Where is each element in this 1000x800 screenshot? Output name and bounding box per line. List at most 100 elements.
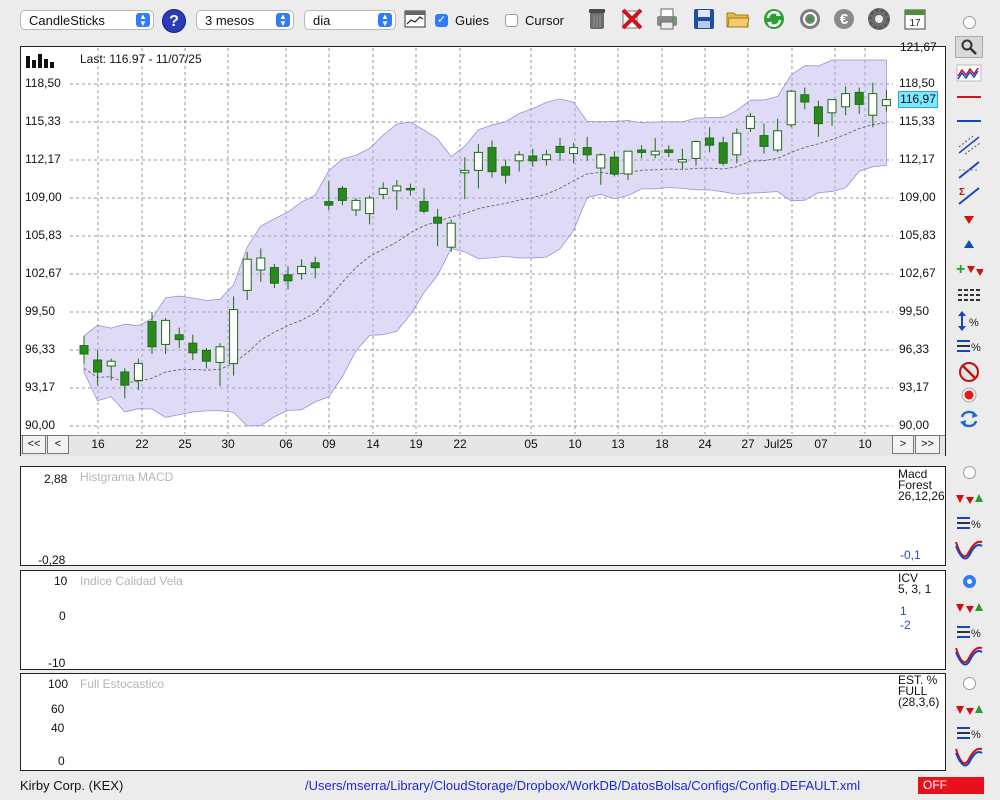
bollinger-band: [83, 59, 887, 427]
candle-body: [841, 93, 851, 108]
y-tick-label-left: 102,67: [25, 265, 62, 280]
candle-body: [120, 371, 130, 386]
candle-body: [215, 346, 225, 363]
y-tick-label-right: 109,00: [899, 190, 936, 204]
candle-body: [446, 222, 456, 248]
x-tick-label: 19: [409, 437, 423, 451]
candle-body: [773, 130, 783, 151]
company-name: Kirby Corp. (KEX): [20, 778, 124, 793]
candle-body: [596, 154, 606, 169]
candle-body: [283, 274, 293, 282]
candle-body: [759, 135, 769, 147]
y-tick-label-left: 109,00: [25, 190, 62, 204]
candle-body: [501, 166, 511, 176]
candle-body: [351, 199, 361, 211]
candle-body: [269, 267, 279, 284]
icv-y-top: 10: [54, 574, 68, 588]
candle-body: [460, 169, 470, 174]
candle-body: [473, 151, 483, 171]
icv-right-label-2: 5, 3, 1: [898, 582, 932, 596]
x-tick-label: 25: [178, 437, 192, 451]
candle-body: [337, 187, 347, 201]
macd-title: Histgrama MACD: [80, 470, 174, 484]
x-tick-label: 09: [322, 437, 336, 451]
first-page-button[interactable]: <<: [22, 435, 46, 454]
stoch-y-40: 40: [51, 721, 65, 735]
candle-body: [664, 149, 674, 153]
candle-body: [433, 216, 443, 224]
x-tick-label: 06: [279, 437, 293, 451]
candle-body: [378, 187, 388, 195]
y-tick-label-right: 99,50: [899, 304, 930, 318]
y-tick-label-right: 118,50: [899, 76, 935, 90]
last-page-button[interactable]: >>: [915, 435, 940, 454]
x-tick-label: 22: [135, 437, 149, 451]
x-tick-label: 07: [814, 437, 828, 451]
bars-logo-icon: [26, 54, 58, 71]
x-tick-label: 16: [91, 437, 105, 451]
candle-body: [256, 257, 266, 271]
candle-body: [623, 150, 633, 175]
y-tick-label-left: 99,50: [25, 304, 56, 318]
next-page-button[interactable]: >: [892, 435, 914, 454]
macd-right-label-3: 26,12,26: [898, 489, 945, 503]
y-tick-label-left: 118,50: [25, 76, 61, 90]
x-tick-label: 14: [366, 437, 380, 451]
candle-body: [147, 321, 157, 348]
macd-y-top: 2,88: [44, 472, 68, 486]
icv-right-value-2: -2: [900, 618, 911, 632]
icv-y-bottom: -10: [48, 656, 66, 670]
x-tick-label: 22: [453, 437, 467, 451]
candle-body: [229, 309, 239, 365]
x-tick-label: 24: [698, 437, 712, 451]
candle-body: [514, 154, 524, 162]
config-path[interactable]: /Users/mserra/Library/CloudStorage/Dropb…: [305, 778, 860, 793]
candle-body: [813, 106, 823, 125]
candle-body: [827, 99, 837, 114]
current-price-tag: 116,97: [898, 91, 938, 108]
candle-body: [528, 155, 538, 162]
candle-body: [79, 345, 89, 355]
candle-body: [242, 258, 252, 291]
y-tick-label-left: 112,17: [25, 151, 61, 166]
icv-right-value-1: 1: [900, 604, 907, 618]
candle-body: [609, 156, 619, 175]
stoch-y-0: 0: [58, 754, 65, 768]
band-area: [83, 59, 887, 427]
status-off-badge[interactable]: OFF: [918, 777, 984, 794]
y-tick-label-left: 90,00: [25, 418, 56, 432]
candle-body: [705, 137, 715, 146]
x-tick-label: 18: [655, 437, 669, 451]
x-tick-label: 30: [221, 437, 235, 451]
x-tick-label: 13: [611, 437, 625, 451]
y-tick-label-right: 93,17: [899, 379, 930, 394]
macd-right-value: -0,1: [900, 548, 921, 562]
candle-body: [405, 187, 415, 191]
icv-y-mid: 0: [59, 609, 66, 623]
candle-body: [582, 147, 592, 156]
candle-body: [392, 185, 402, 192]
candle-body: [487, 147, 497, 173]
candle-body: [718, 142, 728, 164]
candle-body: [854, 91, 864, 105]
candle-body: [93, 359, 103, 373]
prev-page-button[interactable]: <: [47, 435, 69, 454]
stoch-y-100: 100: [48, 677, 69, 691]
y-tick-label-left: 96,33: [25, 342, 56, 357]
candle-body: [419, 201, 429, 212]
y-tick-label-left: 105,83: [25, 228, 62, 243]
candle-body: [188, 342, 198, 354]
y-tick-label-left: 115,33: [25, 114, 61, 129]
candle-body: [310, 262, 320, 269]
candle-body: [541, 154, 551, 161]
candle-body: [786, 90, 796, 126]
candle-body: [637, 149, 647, 153]
x-tick-label: Jul25: [764, 437, 793, 451]
y-tick-label-right: 102,67: [899, 265, 936, 280]
stoch-y-60: 60: [51, 702, 65, 716]
candle-body: [324, 201, 334, 206]
icv-title: Indice Calidad Vela: [80, 574, 183, 588]
candle-body: [800, 94, 810, 103]
last-price-label: Last: 116.97 - 11/07/25: [80, 52, 202, 66]
y-tick-label-right: 112,17: [899, 151, 935, 166]
